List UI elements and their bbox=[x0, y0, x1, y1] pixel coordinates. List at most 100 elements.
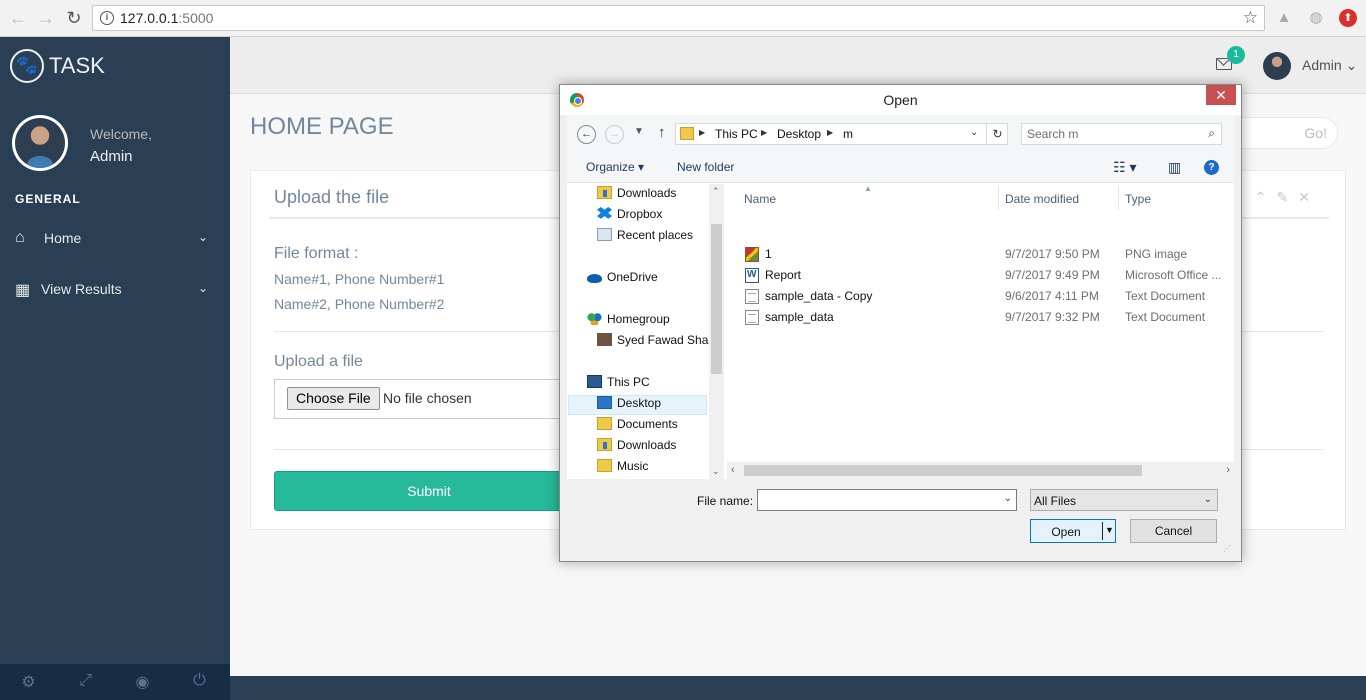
tree-item-onedrive[interactable]: OneDrive bbox=[587, 270, 658, 290]
pdf-extension-icon[interactable]: ▲ bbox=[1275, 9, 1293, 27]
breadcrumb-m[interactable]: m bbox=[843, 127, 853, 141]
back-arrow-icon[interactable]: ← bbox=[577, 125, 596, 144]
breadcrumb-desktop[interactable]: Desktop bbox=[777, 127, 821, 141]
tree-scrollbar[interactable]: ⌃ ⌄ bbox=[709, 184, 724, 479]
sidebar-item-label: View Results bbox=[41, 281, 122, 297]
file-name-field[interactable]: ⌄ bbox=[757, 489, 1017, 511]
view-options-icon[interactable]: ☷ ▾ bbox=[1113, 159, 1136, 176]
tree-item-downloads[interactable]: Downloads bbox=[597, 186, 676, 206]
gear-icon[interactable]: ⚙ bbox=[0, 672, 57, 692]
onedrive-icon bbox=[587, 274, 602, 283]
tree-item-downloads[interactable]: Downloads bbox=[597, 438, 676, 458]
column-date-modified[interactable]: Date modified bbox=[1005, 192, 1079, 206]
eye-slash-icon[interactable]: ◉ bbox=[114, 672, 171, 692]
breadcrumb-this-pc[interactable]: This PC bbox=[715, 127, 758, 141]
new-folder-button[interactable]: New folder bbox=[677, 160, 734, 174]
user-menu[interactable]: Admin ⌄ bbox=[1302, 57, 1357, 74]
file-type-select[interactable]: All Files ⌄ bbox=[1030, 489, 1218, 511]
dialog-titlebar[interactable]: Open ✕ bbox=[560, 85, 1241, 115]
search-field[interactable]: ⌕ bbox=[1021, 123, 1222, 145]
tree-item-user[interactable]: Syed Fawad Shah bbox=[597, 333, 715, 353]
scrollbar-thumb[interactable] bbox=[711, 224, 722, 374]
scroll-left-icon[interactable]: ‹ bbox=[731, 464, 735, 476]
column-type[interactable]: Type bbox=[1125, 192, 1151, 206]
tree-item-desktop[interactable]: Desktop bbox=[568, 395, 707, 415]
file-list-hscrollbar[interactable]: ‹ › bbox=[727, 462, 1234, 479]
avatar[interactable] bbox=[1263, 52, 1291, 80]
back-arrow-icon[interactable]: ← bbox=[8, 8, 28, 28]
reload-icon[interactable]: ↻ bbox=[64, 8, 84, 28]
resize-grip-icon[interactable]: ⋰ bbox=[1223, 544, 1231, 553]
choose-file-button[interactable]: Choose File bbox=[287, 387, 380, 410]
column-name[interactable]: Name bbox=[744, 192, 776, 206]
panel-title: Upload the file bbox=[274, 187, 390, 207]
tree-item-recent-places[interactable]: Recent places bbox=[597, 228, 693, 248]
power-icon[interactable]: ⏻ bbox=[171, 672, 228, 690]
column-divider[interactable] bbox=[1118, 186, 1119, 210]
collapse-icon[interactable]: ⌃ bbox=[1255, 189, 1267, 205]
refresh-icon[interactable]: ↻ bbox=[986, 124, 1008, 144]
search-icon: ⌕ bbox=[1208, 126, 1215, 140]
sidebar-item-view-results[interactable]: ▦ View Results ⌄ bbox=[0, 272, 230, 308]
scrollbar-thumb[interactable] bbox=[744, 465, 1142, 476]
file-row[interactable]: sample_data 9/7/2017 9:32 PM Text Docume… bbox=[727, 307, 1234, 328]
tree-item-homegroup[interactable]: Homegroup bbox=[587, 312, 670, 332]
chevron-right-icon: ▶ bbox=[827, 128, 834, 137]
file-row[interactable]: sample_data - Copy 9/6/2017 4:11 PM Text… bbox=[727, 286, 1234, 307]
word-document-icon bbox=[745, 268, 759, 283]
open-file-dialog: Open ✕ ← → ▼ ↑ ▶ This PC ▶ Desktop ▶ m ⌄… bbox=[559, 84, 1242, 562]
notification-badge: 1 bbox=[1227, 46, 1245, 64]
homegroup-icon bbox=[587, 312, 602, 325]
upload-extension-icon[interactable]: ⬆ bbox=[1339, 9, 1357, 27]
text-document-icon bbox=[745, 310, 759, 325]
browser-toolbar: ← → ↻ i 127.0.0.1:5000 ☆ ▲ ◍ ⬆ bbox=[0, 0, 1366, 37]
wrench-icon[interactable]: ✎ bbox=[1277, 189, 1289, 205]
info-icon[interactable]: i bbox=[100, 11, 114, 25]
close-icon[interactable]: ✕ bbox=[1298, 189, 1310, 205]
globe-extension-icon[interactable]: ◍ bbox=[1307, 9, 1325, 27]
search-input[interactable] bbox=[1027, 126, 1197, 142]
tree-item-this-pc[interactable]: This PC bbox=[587, 375, 650, 395]
forward-arrow-icon[interactable]: → bbox=[605, 125, 624, 144]
file-name-input[interactable] bbox=[761, 492, 991, 508]
home-icon: ⌂ bbox=[15, 229, 25, 246]
scroll-right-icon[interactable]: › bbox=[1226, 464, 1230, 476]
address-bar[interactable]: i 127.0.0.1:5000 ☆ bbox=[92, 5, 1265, 31]
file-row[interactable]: 1 9/7/2017 9:50 PM PNG image bbox=[727, 244, 1234, 265]
sidebar-item-home[interactable]: ⌂ Home ⌄ bbox=[0, 221, 230, 257]
page-title: HOME PAGE bbox=[250, 113, 394, 140]
path-breadcrumb[interactable]: ▶ This PC ▶ Desktop ▶ m ⌄ ↻ bbox=[675, 123, 1008, 145]
format-line: Name#1, Phone Number#1 bbox=[274, 271, 445, 287]
chevron-down-icon[interactable]: ⌄ bbox=[970, 127, 978, 138]
divider bbox=[1102, 522, 1103, 540]
forward-arrow-icon[interactable]: → bbox=[36, 8, 56, 28]
search-go-button[interactable]: Go! bbox=[1230, 117, 1338, 149]
brand[interactable]: 🐾 TASK bbox=[10, 49, 105, 83]
dialog-close-button[interactable]: ✕ bbox=[1206, 85, 1236, 105]
column-divider[interactable] bbox=[998, 186, 999, 210]
open-button[interactable]: Open ▼ bbox=[1030, 519, 1116, 543]
scroll-down-icon[interactable]: ⌄ bbox=[712, 466, 720, 477]
dialog-title: Open bbox=[883, 92, 918, 108]
music-folder-icon bbox=[597, 459, 612, 472]
organize-button[interactable]: Organize ▾ bbox=[586, 160, 644, 174]
tree-item-dropbox[interactable]: Dropbox bbox=[597, 207, 662, 227]
scroll-up-icon[interactable]: ⌃ bbox=[712, 186, 720, 197]
tree-item-music[interactable]: Music bbox=[597, 459, 648, 479]
chevron-down-icon[interactable]: ⌄ bbox=[1004, 493, 1012, 504]
submit-button[interactable]: Submit bbox=[274, 471, 584, 511]
dropbox-icon bbox=[597, 207, 612, 219]
up-arrow-icon[interactable]: ↑ bbox=[658, 124, 666, 141]
help-icon[interactable]: ? bbox=[1204, 160, 1219, 175]
tree-item-documents[interactable]: Documents bbox=[597, 417, 678, 437]
preview-pane-icon[interactable]: ▥ bbox=[1168, 159, 1181, 176]
user-icon bbox=[597, 333, 612, 346]
open-dropdown-icon[interactable]: ▼ bbox=[1105, 525, 1114, 535]
file-row[interactable]: Report 9/7/2017 9:49 PM Microsoft Office… bbox=[727, 265, 1234, 286]
recent-locations-chevron-icon[interactable]: ▼ bbox=[634, 126, 644, 137]
this-pc-icon bbox=[587, 375, 602, 388]
cancel-button[interactable]: Cancel bbox=[1130, 519, 1217, 543]
menu-section-title: GENERAL bbox=[15, 192, 81, 206]
bookmark-star-icon[interactable]: ☆ bbox=[1243, 8, 1258, 28]
fullscreen-icon[interactable]: ⤢ bbox=[57, 672, 114, 690]
